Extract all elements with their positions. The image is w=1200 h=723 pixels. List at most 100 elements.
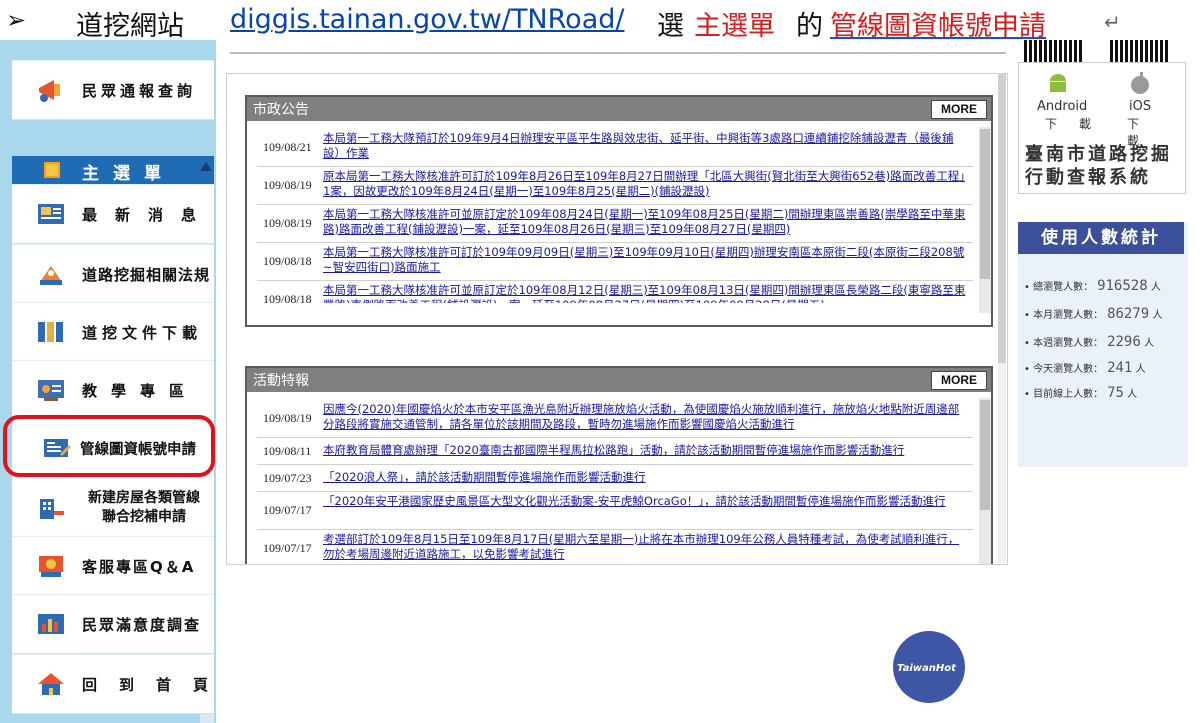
bullet-arrow-icon: ➢	[6, 6, 27, 34]
announcements-header: 市政公告 MORE	[247, 97, 991, 121]
visitor-stats-panel: 使用人數統計 • 總瀏覽人數： 916528 人 • 本月瀏覽人數： 86279 人…	[1018, 222, 1188, 467]
menu-square-icon	[44, 162, 60, 178]
activities-scrollbar[interactable]	[979, 398, 991, 564]
list-item: 109/08/19 本局第一工務大隊核准許可並原訂定於109年08月24日(星期…	[257, 205, 973, 243]
announcements-panel: 市政公告 MORE 109/08/21 本局第一工務大隊預訂於109年9月4日辦…	[245, 95, 993, 327]
activities-title: 活動特報	[253, 373, 309, 389]
activities-header: 活動特報 MORE	[247, 368, 991, 392]
sidebar-item-new-building-pipeline-joint-application[interactable]: 新建房屋各類管線聯合挖補申請	[12, 476, 214, 544]
news-date: 109/07/17	[263, 503, 312, 517]
stat-label: 總瀏覽人數：	[1033, 282, 1094, 293]
taiwanhot-watermark-logo: TaiwanHot	[893, 631, 965, 703]
megaphone-icon	[36, 76, 66, 104]
sidebar-item-document-download[interactable]: 道挖文件下載	[12, 302, 214, 362]
activities-panel: 活動特報 MORE 109/08/19 因應今(2020)年國慶焰火於本市安平區…	[245, 366, 993, 564]
law-book-icon	[36, 260, 66, 288]
announcements-scrollbar[interactable]	[979, 127, 991, 313]
caption-target-item: 管線圖資帳號申請	[830, 11, 1046, 42]
activities-scroll-thumb[interactable]	[980, 400, 990, 510]
sidebar-item-satisfaction-survey[interactable]: 民眾滿意度調查	[12, 594, 214, 654]
stat-label: 本週瀏覽人數：	[1033, 338, 1104, 349]
building-pipe-icon	[36, 495, 66, 523]
sidebar-item-back-home[interactable]: 回到首頁	[12, 654, 214, 714]
customer-service-icon	[36, 552, 66, 580]
sidebar-item-customer-service-qa[interactable]: 客服專區Q＆A	[12, 536, 214, 596]
list-item: 109/08/18 本局第一工務大隊核准許可並原訂定於109年08月12日(星期…	[257, 281, 973, 303]
stat-row: • 目前線上人數： 75 人	[1024, 385, 1138, 401]
stat-value: 2296	[1107, 334, 1141, 350]
visitor-stats-title: 使用人數統計	[1018, 222, 1184, 254]
watermark-text: TaiwanHot	[897, 663, 956, 674]
sidebar-item-label: 教學專區	[82, 382, 199, 400]
scroll-up-arrow-icon[interactable]	[200, 162, 212, 171]
announcements-scroll-thumb[interactable]	[980, 129, 990, 279]
sidebar-item-public-report-query[interactable]: 民眾通報查詢	[12, 60, 214, 120]
sidebar-item-label: 道挖文件下載	[82, 324, 203, 342]
android-download-label[interactable]: 下載	[1045, 115, 1113, 132]
qr-codes	[1018, 40, 1184, 64]
news-link[interactable]: 原本局第一工務大隊核准許可訂於109年8月26日至109年8月27日間辦理「北區…	[323, 169, 967, 201]
list-item: 109/08/19 原本局第一工務大隊核准許可訂於109年8月26日至109年8…	[257, 167, 973, 205]
news-date: 109/08/18	[263, 292, 312, 303]
sidebar-item-label: 回到首頁	[82, 676, 231, 694]
apple-icon[interactable]	[1129, 71, 1151, 95]
caption-prefix: 道挖網站	[76, 11, 184, 42]
stat-row: • 本週瀏覽人數： 2296 人	[1024, 334, 1154, 350]
news-link[interactable]: 本局第一工務大隊核准許可訂於109年09月09日(星期三)至109年09月10日…	[323, 245, 967, 277]
list-item: 109/08/18 本局第一工務大隊核准許可訂於109年09月09日(星期三)至…	[257, 243, 973, 281]
sidebar-item-label: 道路挖掘相關法規	[82, 266, 211, 284]
news-link[interactable]: 「2020年安平港國家歷史風景區大型文化觀光活動案-安平虎鯨OrcaGo！」，請…	[323, 494, 967, 526]
news-date: 109/08/19	[263, 411, 312, 425]
sidebar-item-label: 民眾滿意度調查	[82, 616, 202, 634]
news-link[interactable]: 本局第一工務大隊預訂於109年9月4日辦理安平區平生路與效忠街、延平街、中興街等…	[323, 131, 967, 163]
news-date: 109/08/19	[263, 216, 312, 230]
list-item: 109/07/17 「2020年安平港國家歷史風景區大型文化觀光活動案-安平虎鯨…	[257, 492, 973, 530]
news-link[interactable]: 本府教育局體育處辦理「2020臺南古都國際半程馬拉松路跑」活動，請於該活動期間暫…	[323, 443, 967, 459]
list-item: 109/07/17 考選部訂於109年8月15日至109年8月17日(星期六至星…	[257, 530, 973, 564]
news-date: 109/08/19	[263, 178, 312, 192]
news-link[interactable]: 因應今(2020)年國慶焰火於本市安平區漁光島附近辦理施放焰火活動，為使國慶焰火…	[323, 402, 967, 434]
qr-code-ios-icon[interactable]	[1110, 40, 1170, 62]
stat-unit: 人	[1150, 282, 1161, 293]
stat-label: 今天瀏覽人數：	[1033, 364, 1104, 375]
document-download-icon	[36, 318, 66, 346]
android-icon[interactable]	[1047, 71, 1069, 95]
news-link[interactable]: 考選部訂於109年8月15日至109年8月17日(星期六至星期一)止將在本市辦理…	[323, 532, 967, 564]
newspaper-icon	[36, 200, 66, 228]
caption-url-link[interactable]: diggis.tainan.gov.tw/TNRoad/	[230, 4, 624, 35]
sidebar-item-latest-news[interactable]: 最新消息	[12, 184, 214, 244]
highlight-annotation-ring	[3, 415, 215, 477]
caption-select-word: 選	[657, 11, 684, 42]
list-item: 109/08/21 本局第一工務大隊預訂於109年9月4日辦理安平區平生路與效忠…	[257, 129, 973, 167]
stat-value: 241	[1107, 360, 1133, 376]
stat-unit: 人	[1152, 310, 1163, 321]
caption-main-menu-word: 主選單	[694, 11, 775, 42]
system-title: 臺南市道路挖掘行動查報系統	[1025, 144, 1172, 188]
list-item: 109/07/23 「2020浪人祭」，請於該活動期間暫停進場施作而影響活動進行	[257, 465, 973, 492]
stat-row: • 總瀏覽人數： 916528 人	[1024, 278, 1161, 294]
stat-label: 本月瀏覽人數：	[1033, 310, 1104, 321]
sidebar-item-label: 客服專區Q＆A	[82, 558, 196, 576]
activities-more-button[interactable]: MORE	[931, 371, 987, 390]
news-link[interactable]: 本局第一工務大隊核准許可並原訂定於109年08月24日(星期一)至109年08月…	[323, 207, 967, 239]
news-link[interactable]: 本局第一工務大隊核准許可並原訂定於109年08月12日(星期三)至109年08月…	[323, 283, 967, 303]
stat-value: 916528	[1097, 278, 1148, 294]
sidebar-item-excavation-regulations[interactable]: 道路挖掘相關法規	[12, 244, 214, 304]
stat-value: 86279	[1107, 306, 1150, 322]
content-scrollbar-thumb[interactable]	[998, 73, 1006, 363]
sidebar-item-label: 新建房屋各類管線聯合挖補申請	[88, 490, 200, 525]
news-date: 109/07/17	[263, 541, 312, 555]
survey-chart-icon	[36, 610, 66, 638]
qr-code-android-icon[interactable]	[1024, 40, 1084, 62]
stat-row: • 今天瀏覽人數： 241 人	[1024, 360, 1146, 376]
stat-unit: 人	[1127, 389, 1138, 400]
news-link[interactable]: 「2020浪人祭」，請於該活動期間暫停進場施作而影響活動進行	[323, 470, 967, 486]
stat-unit: 人	[1143, 338, 1154, 349]
stat-label: 目前線上人數：	[1033, 389, 1104, 400]
sidebar-item-teaching-area[interactable]: 教學專區	[12, 360, 214, 420]
home-icon	[36, 670, 66, 698]
list-item: 109/08/11 本府教育局體育處辦理「2020臺南古都國際半程馬拉松路跑」活…	[257, 438, 973, 465]
app-download-box: Android iOS 下載 下載 臺南市道路挖掘行動查報系統	[1018, 62, 1186, 194]
caption-particle: 的	[796, 11, 823, 42]
announcements-more-button[interactable]: MORE	[931, 100, 987, 119]
